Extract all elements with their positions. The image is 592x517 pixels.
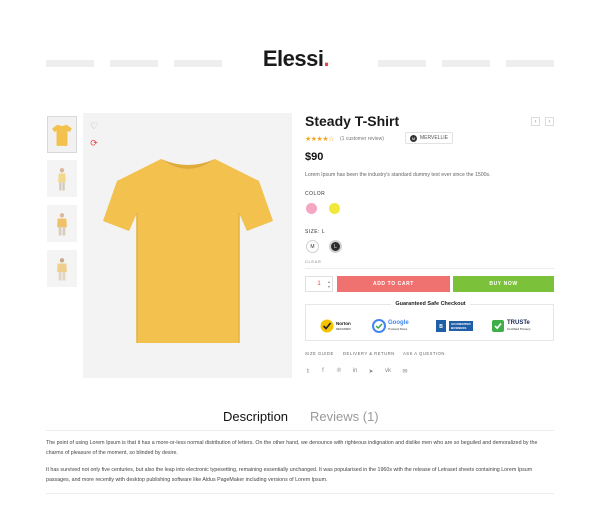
clear-options-link[interactable]: CLEAR	[305, 259, 321, 264]
nav-placeholder-5[interactable]	[442, 60, 490, 67]
tab-reviews[interactable]: Reviews (1)	[310, 409, 379, 424]
heart-icon[interactable]: ♡	[88, 120, 100, 132]
model-side-thumb	[58, 167, 66, 190]
rating-stars: ★★★★☆	[305, 136, 334, 143]
svg-text:B: B	[439, 324, 443, 330]
add-to-cart-button[interactable]: ADD TO CART	[337, 276, 450, 292]
tshirt-front-thumb	[52, 124, 72, 146]
nav-placeholder-6[interactable]	[506, 60, 554, 67]
size-guide-link[interactable]: SIZE GUIDE	[305, 351, 334, 356]
delivery-return-link[interactable]: DELIVERY & RETURN	[343, 351, 395, 356]
truste-check-icon	[492, 320, 504, 332]
safe-checkout-box: Guaranteed Safe Checkout Norton SECURED G…	[305, 301, 555, 341]
thumbnail-4[interactable]	[47, 250, 77, 287]
color-swatch-pink[interactable]	[306, 203, 317, 214]
product-price: $90	[305, 151, 324, 163]
site-logo[interactable]: Elessi.	[0, 46, 592, 72]
twitter-icon[interactable]: 𝕥	[304, 368, 312, 375]
vk-icon[interactable]: vk	[384, 368, 392, 374]
logo-dot: .	[323, 46, 330, 71]
pinterest-icon[interactable]: ℗	[335, 368, 343, 374]
tshirt-image	[103, 159, 273, 343]
chevron-left-icon[interactable]: ‹	[531, 117, 540, 126]
google-trusted-badge: Google Trusted Store	[372, 317, 409, 335]
linkedin-icon[interactable]: in	[351, 368, 359, 374]
divider	[305, 268, 554, 269]
stepper-arrows-icon[interactable]: ▴ ▾	[328, 279, 330, 289]
quantity-stepper[interactable]: 1 ▴ ▾	[305, 276, 333, 292]
truste-badge: TRUSTe Certified Privacy	[491, 317, 531, 335]
safe-checkout-title: Guaranteed Safe Checkout	[306, 301, 555, 307]
nav-placeholder-2[interactable]	[110, 60, 158, 67]
buy-now-button[interactable]: BUY NOW	[453, 276, 554, 292]
reviews-count-link[interactable]: (1 customer review)	[340, 136, 384, 142]
nav-placeholder-4[interactable]	[378, 60, 426, 67]
brand-logo-icon: M	[410, 134, 417, 142]
refresh-icon[interactable]: ⟳	[88, 137, 100, 149]
bbb-accredited-badge: B ACCREDITED BUSINESS	[435, 317, 473, 335]
brand-name: MERVELLIE	[420, 135, 448, 141]
ask-question-link[interactable]: ASK A QUESTION	[403, 351, 445, 356]
quantity-value: 1	[317, 281, 321, 287]
brand-badge[interactable]: M MERVELLIE	[405, 132, 453, 144]
size-option-l[interactable]: L	[329, 240, 342, 253]
product-main-image[interactable]	[83, 113, 292, 378]
nav-placeholder-1[interactable]	[46, 60, 94, 67]
description-paragraph-1: The point of using Lorem Ipsum is that i…	[46, 440, 538, 456]
thumbnail-2[interactable]	[47, 160, 77, 197]
bbb-icon: B	[436, 320, 446, 332]
product-title: Steady T-Shirt	[305, 113, 400, 129]
thumbnail-1[interactable]	[47, 116, 77, 153]
tab-description[interactable]: Description	[223, 409, 288, 424]
model-back-thumb	[57, 257, 67, 280]
nav-placeholder-3[interactable]	[174, 60, 222, 67]
model-front-thumb	[57, 212, 67, 235]
description-paragraph-2: It has survived not only five centuries,…	[46, 467, 533, 483]
bottom-divider	[46, 493, 554, 494]
facebook-icon[interactable]: f	[319, 368, 327, 374]
email-icon[interactable]: ✉	[401, 368, 409, 375]
norton-check-icon	[320, 319, 334, 333]
telegram-icon[interactable]: ➤	[367, 368, 375, 375]
size-option-m[interactable]: M	[306, 240, 319, 253]
tab-divider	[46, 430, 554, 431]
size-label: SIZE: L	[305, 229, 326, 235]
short-description: Lorem Ipsum has been the industry's stan…	[305, 172, 491, 178]
color-swatch-yellow[interactable]	[329, 203, 340, 214]
logo-text: Elessi	[262, 46, 324, 71]
chevron-right-icon[interactable]: ›	[545, 117, 554, 126]
thumbnail-3[interactable]	[47, 205, 77, 242]
color-label: COLOR	[305, 191, 326, 197]
norton-badge: Norton SECURED	[320, 317, 351, 335]
google-check-icon	[372, 319, 386, 333]
